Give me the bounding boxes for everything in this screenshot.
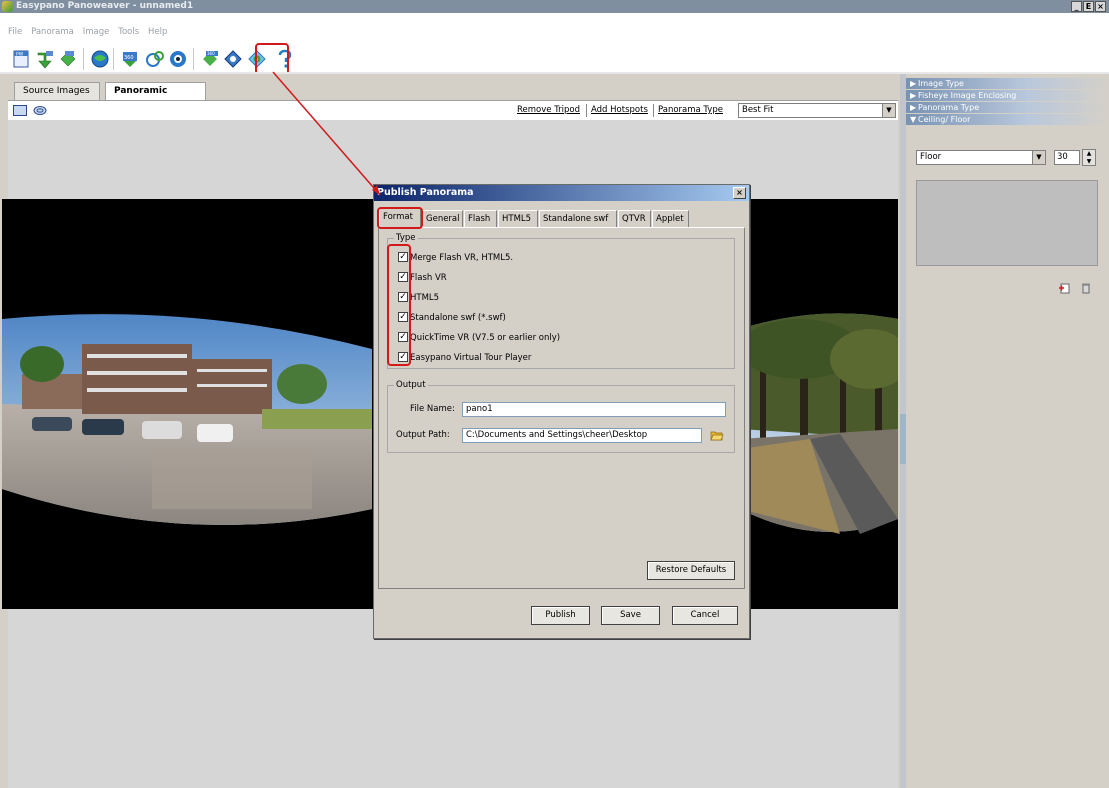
panorama-type-link[interactable]: Panorama Type bbox=[658, 105, 723, 115]
toolbar-separator bbox=[113, 48, 114, 70]
collapse-arrow-icon: ▼ bbox=[910, 115, 917, 124]
section-panorama-type[interactable]: ▶ Panorama Type bbox=[906, 102, 1109, 113]
add-image-icon[interactable] bbox=[1058, 282, 1070, 294]
file-name-label: File Name: bbox=[410, 404, 455, 414]
dialog-titlebar: Publish Panorama × bbox=[374, 185, 749, 201]
window-title: Easypano Panoweaver - unnamed1 bbox=[16, 1, 194, 11]
menu-file[interactable]: File bbox=[5, 27, 25, 38]
svg-text:360: 360 bbox=[124, 55, 134, 61]
panorama-image-left bbox=[2, 314, 372, 525]
panorama-viewbar: Remove Tripod Add Hotspots Panorama Type… bbox=[8, 100, 898, 120]
restore-defaults-button[interactable]: Restore Defaults bbox=[647, 561, 735, 580]
option-standalone-swf[interactable]: ✓ Standalone swf (*.swf) bbox=[398, 311, 506, 326]
toolbar: PW 360 360 e bbox=[0, 42, 1109, 75]
type-group: Type ✓ Merge Flash VR, HTML5. ✓ Flash VR ✓… bbox=[387, 233, 735, 369]
tab-applet[interactable]: Applet bbox=[652, 210, 689, 227]
dialog-body: Type ✓ Merge Flash VR, HTML5. ✓ Flash VR ✓… bbox=[378, 227, 745, 589]
annotation-highlight-publish bbox=[255, 43, 289, 75]
viewbar-separator bbox=[586, 104, 587, 117]
expand-arrow-icon: ▶ bbox=[910, 79, 917, 88]
preview-eye-icon[interactable] bbox=[168, 49, 188, 69]
dialog-title: Publish Panorama bbox=[377, 187, 474, 198]
open-project-icon[interactable] bbox=[35, 49, 55, 69]
menu-panorama[interactable]: Panorama bbox=[28, 27, 77, 38]
publish-button[interactable]: Publish bbox=[531, 606, 590, 625]
window-controls: _ Е × bbox=[1071, 1, 1106, 12]
close-window-button[interactable]: × bbox=[1095, 1, 1106, 12]
new-project-icon[interactable]: PW bbox=[12, 49, 32, 69]
output-path-field[interactable]: C:\Documents and Settings\cheer\Desktop bbox=[462, 428, 702, 443]
output-group-label: Output bbox=[394, 380, 428, 390]
stitch-icon[interactable] bbox=[90, 49, 110, 69]
tab-flash[interactable]: Flash bbox=[464, 210, 497, 227]
panorama-image-right bbox=[740, 313, 898, 534]
publish-icon[interactable] bbox=[223, 49, 243, 69]
save-project-icon[interactable] bbox=[58, 49, 78, 69]
tab-panoramic-image[interactable]: Panoramic Image bbox=[105, 82, 206, 113]
sphere-view-icon[interactable] bbox=[33, 105, 47, 116]
menu-tools[interactable]: Tools bbox=[115, 27, 142, 38]
app-logo-icon bbox=[2, 1, 13, 12]
section-image-type[interactable]: ▶ Image Type bbox=[906, 78, 1109, 89]
tab-source-images[interactable]: Source Images bbox=[14, 82, 100, 100]
file-name-field[interactable]: pano1 bbox=[462, 402, 726, 417]
type-group-label: Type bbox=[394, 233, 418, 243]
window-titlebar: Easypano Panoweaver - unnamed1 _ Е × bbox=[0, 0, 1109, 13]
remove-tripod-link[interactable]: Remove Tripod bbox=[517, 105, 580, 115]
properties-panel: ▶ Image Type ▶ Fisheye Image Enclosing ▶ Pa… bbox=[906, 74, 1109, 788]
tab-general[interactable]: General bbox=[422, 210, 463, 227]
menu-image[interactable]: Image bbox=[80, 27, 113, 38]
hotspot-icon[interactable] bbox=[145, 49, 165, 69]
save-button[interactable]: Save bbox=[601, 606, 660, 625]
chevron-down-icon[interactable]: ▼ bbox=[882, 104, 895, 117]
output-360-icon[interactable]: 360 bbox=[200, 49, 220, 69]
expand-arrow-icon: ▶ bbox=[910, 103, 917, 112]
maximize-button[interactable]: Е bbox=[1083, 1, 1094, 12]
ceiling-floor-preview bbox=[916, 180, 1098, 266]
panorama-type-select[interactable]: Best Fit ▼ bbox=[738, 103, 896, 118]
menu-help[interactable]: Help bbox=[145, 27, 170, 38]
trash-icon[interactable] bbox=[1080, 282, 1092, 294]
panorama-type-value: Best Fit bbox=[742, 105, 774, 115]
menubar: File Panorama Image Tools Help bbox=[0, 13, 1109, 42]
minimize-button[interactable]: _ bbox=[1071, 1, 1082, 12]
toolbar-separator bbox=[193, 48, 194, 70]
flat-view-icon[interactable] bbox=[13, 105, 27, 116]
toolbar-separator bbox=[83, 48, 84, 70]
angle-input[interactable]: 30 bbox=[1054, 150, 1080, 165]
section-ceiling-floor[interactable]: ▼ Ceiling/ Floor bbox=[906, 114, 1109, 125]
svg-text:360: 360 bbox=[207, 51, 215, 56]
tab-standalone-swf[interactable]: Standalone swf bbox=[539, 210, 617, 227]
svg-text:PW: PW bbox=[16, 52, 24, 58]
option-virtual-tour-player[interactable]: ✓ Easypano Virtual Tour Player bbox=[398, 351, 531, 366]
tab-qtvr[interactable]: QTVR bbox=[618, 210, 651, 227]
publish-360-icon[interactable]: 360 bbox=[120, 49, 140, 69]
annotation-highlight-format-tab bbox=[377, 207, 423, 229]
browse-folder-icon[interactable] bbox=[710, 428, 724, 442]
cancel-button[interactable]: Cancel bbox=[672, 606, 738, 625]
output-group: Output File Name: pano1 Output Path: C:\… bbox=[387, 380, 735, 453]
option-merge-flash-html5[interactable]: ✓ Merge Flash VR, HTML5. bbox=[398, 251, 513, 266]
tab-html5[interactable]: HTML5 bbox=[498, 210, 538, 227]
ceiling-floor-select[interactable]: Floor ▼ bbox=[916, 150, 1046, 165]
output-path-label: Output Path: bbox=[396, 430, 450, 440]
dialog-close-button[interactable]: × bbox=[733, 187, 746, 199]
option-quicktime-vr[interactable]: ✓ QuickTime VR (V7.5 or earlier only) bbox=[398, 331, 560, 346]
chevron-down-icon[interactable]: ▼ bbox=[1032, 151, 1045, 164]
publish-panorama-dialog: Publish Panorama × Format General Flash … bbox=[373, 184, 750, 639]
section-fisheye-enclosing[interactable]: ▶ Fisheye Image Enclosing bbox=[906, 90, 1109, 101]
annotation-highlight-checkboxes bbox=[387, 244, 411, 366]
expand-arrow-icon: ▶ bbox=[910, 91, 917, 100]
angle-stepper[interactable]: ▲ ▼ bbox=[1082, 149, 1096, 166]
ceiling-floor-value: Floor bbox=[920, 152, 942, 162]
add-hotspots-link[interactable]: Add Hotspots bbox=[591, 105, 648, 115]
viewbar-separator bbox=[653, 104, 654, 117]
